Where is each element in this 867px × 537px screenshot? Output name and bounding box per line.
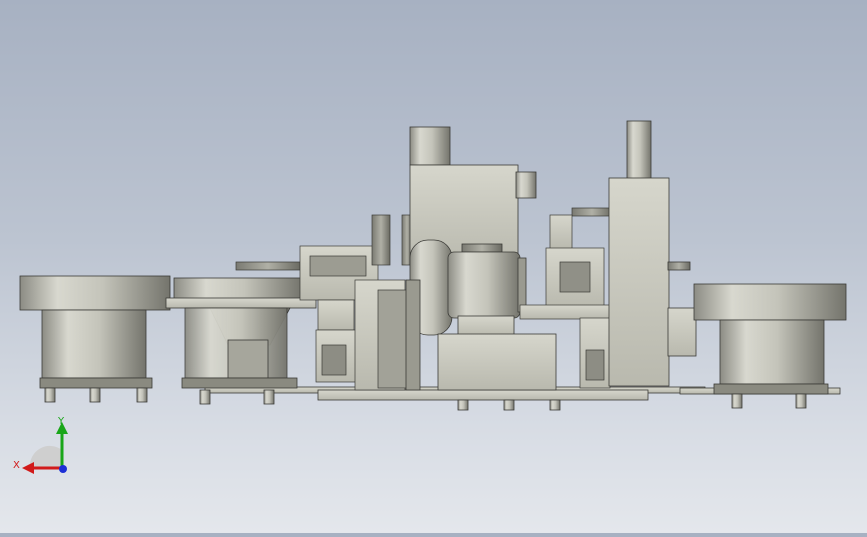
x-axis-head <box>22 462 34 474</box>
assembly-model[interactable] <box>0 0 867 533</box>
second-bowl-feeder <box>165 277 317 405</box>
z-axis-dot <box>59 465 67 473</box>
triad-plane-shading <box>29 445 63 468</box>
left-bowl-feeder <box>19 275 171 403</box>
cad-viewport[interactable]: Y X <box>0 0 867 533</box>
orientation-triad: Y X <box>13 416 68 474</box>
base-feet <box>457 399 561 411</box>
y-axis-label: Y <box>57 416 65 427</box>
right-tower <box>608 120 697 387</box>
x-axis-label: X <box>13 460 20 471</box>
central-drive-unit <box>405 126 557 391</box>
right-bowl-feeder <box>693 283 847 409</box>
